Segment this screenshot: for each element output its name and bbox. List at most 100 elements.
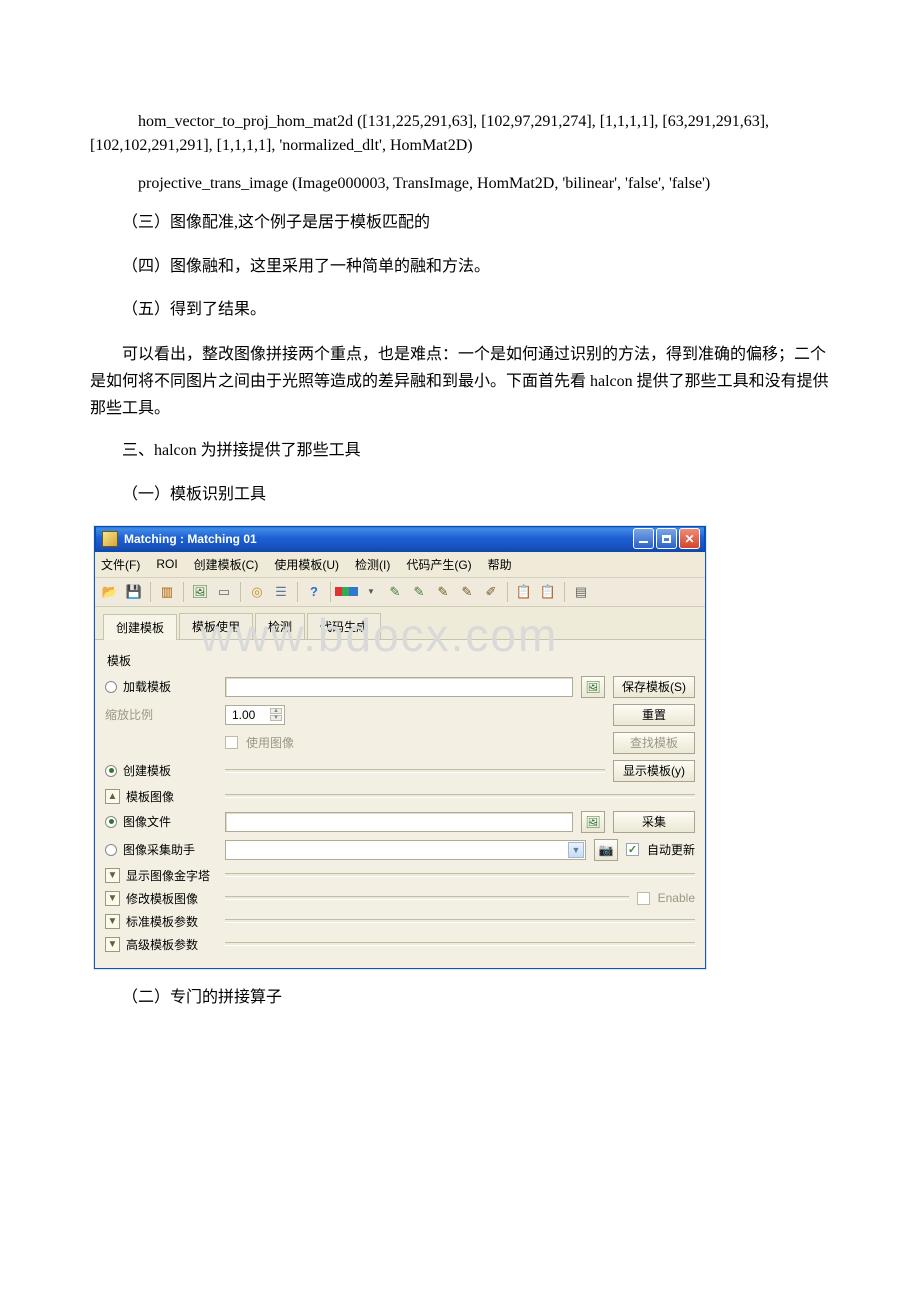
- app-icon: [102, 531, 118, 547]
- doc-icon[interactable]: ▤: [570, 581, 592, 603]
- tab-use-template[interactable]: 模板使用: [179, 613, 253, 639]
- help-icon[interactable]: ?: [303, 581, 325, 603]
- list-icon[interactable]: ☰: [270, 581, 292, 603]
- heading-3: 三、halcon 为拼接提供了那些工具: [90, 438, 830, 464]
- divider: [225, 919, 695, 923]
- expander-modify-template-image[interactable]: ▼ 修改模板图像: [105, 890, 217, 907]
- use-image-checkbox[interactable]: [225, 736, 238, 749]
- dropdown-arrow-icon[interactable]: ▼: [360, 581, 382, 603]
- menu-use-template[interactable]: 使用模板(U): [274, 556, 339, 573]
- display-template-button[interactable]: 显示模板(y): [613, 760, 695, 782]
- expander-adv-params[interactable]: ▼ 高级模板参数: [105, 936, 217, 953]
- pencil-icon[interactable]: ✎: [408, 581, 430, 603]
- target-icon[interactable]: ◎: [246, 581, 268, 603]
- folder-image-icon: 🖼: [585, 815, 600, 829]
- color-stack-icon: [337, 587, 358, 596]
- minimize-button[interactable]: [633, 528, 654, 549]
- menu-create-template[interactable]: 创建模板(C): [194, 556, 259, 573]
- maximize-button[interactable]: [656, 528, 677, 549]
- find-template-button[interactable]: 查找模板: [613, 732, 695, 754]
- tab-codegen[interactable]: 代码生成: [307, 613, 381, 639]
- pencil-dark-icon[interactable]: ✎: [456, 581, 478, 603]
- close-icon: ✕: [684, 532, 694, 546]
- pencil-icon[interactable]: ✎: [384, 581, 406, 603]
- toolbar: 📂 💾 ▥ 🖼 ▭ ◎ ☰ ?: [95, 578, 705, 607]
- open-icon[interactable]: 📂: [99, 581, 121, 603]
- opt-create-template[interactable]: 创建模板: [105, 762, 217, 779]
- radio-icon: [105, 844, 117, 856]
- divider: [225, 769, 605, 773]
- menu-help[interactable]: 帮助: [488, 556, 512, 573]
- clipboard-icon[interactable]: 📋: [513, 581, 535, 603]
- label-auto-update: 自动更新: [647, 841, 695, 858]
- chevron-down-icon: ▼: [568, 842, 584, 858]
- label-show-pyramid: 显示图像金字塔: [126, 867, 210, 884]
- code-line-1: hom_vector_to_proj_hom_mat2d ([131,225,2…: [90, 110, 830, 158]
- image-file-field[interactable]: [225, 812, 573, 832]
- acq-icon-button[interactable]: 📷: [594, 839, 618, 861]
- save-template-button[interactable]: 保存模板(S): [613, 676, 695, 698]
- reset-button[interactable]: 重置: [613, 704, 695, 726]
- image-icon[interactable]: 🖼: [189, 581, 211, 603]
- label-template-image: 模板图像: [126, 788, 174, 805]
- opt-load-template[interactable]: 加载模板: [105, 678, 217, 695]
- camera-icon: 📷: [599, 843, 614, 857]
- toolbar-separator: [507, 582, 508, 602]
- opt-image-file[interactable]: 图像文件: [105, 813, 217, 830]
- expander-show-pyramid[interactable]: ▼ 显示图像金字塔: [105, 867, 217, 884]
- window-title: Matching : Matching 01: [124, 532, 631, 546]
- para-summary: 可以看出，整改图像拼接两个重点，也是难点：一个是如何通过识别的方法，得到准确的偏…: [90, 341, 830, 423]
- radio-selected-icon: [105, 816, 117, 828]
- rect-icon[interactable]: ▭: [213, 581, 235, 603]
- group-template: 模板: [105, 646, 695, 673]
- toolbar-separator: [564, 582, 565, 602]
- folder-image-icon: 🖼: [585, 680, 600, 694]
- tool-icon[interactable]: ▥: [156, 581, 178, 603]
- para-4: （四）图像融和，这里采用了一种简单的融和方法。: [90, 254, 830, 280]
- expander-std-params[interactable]: ▼ 标准模板参数: [105, 913, 217, 930]
- menu-roi[interactable]: ROI: [156, 557, 177, 571]
- spin-controls[interactable]: ▲▼: [270, 708, 282, 721]
- radio-icon: [105, 681, 117, 693]
- tab-create-template[interactable]: 创建模板: [103, 614, 177, 640]
- browse-image-button[interactable]: 🖼: [581, 811, 605, 833]
- menu-file[interactable]: 文件(F): [101, 556, 140, 573]
- label-std-params: 标准模板参数: [126, 913, 198, 930]
- divider: [225, 873, 695, 877]
- menu-codegen[interactable]: 代码产生(G): [406, 556, 471, 573]
- load-template-field[interactable]: [225, 677, 573, 697]
- eraser-icon[interactable]: ✐: [480, 581, 502, 603]
- toolbar-separator: [150, 582, 151, 602]
- close-button[interactable]: ✕: [679, 528, 700, 549]
- form-area: 模板 加载模板 🖼 保存模板(S) 缩放比例 1.00 ▲▼: [95, 640, 705, 968]
- toolbar-separator: [183, 582, 184, 602]
- opt-acq-assist[interactable]: 图像采集助手: [105, 841, 217, 858]
- label-load-template: 加载模板: [123, 678, 171, 695]
- acq-assist-dropdown[interactable]: ▼: [225, 840, 586, 860]
- save-icon[interactable]: 💾: [123, 581, 145, 603]
- section-3-2: （二）专门的拼接算子: [90, 985, 830, 1011]
- minimize-icon: [639, 541, 648, 543]
- tab-inspect[interactable]: 检测: [255, 613, 305, 639]
- auto-update-checkbox[interactable]: ✓: [626, 843, 639, 856]
- browse-button[interactable]: 🖼: [581, 676, 605, 698]
- chevron-down-icon: ▼: [105, 937, 120, 952]
- label-use-image: 使用图像: [246, 734, 294, 751]
- toolbar-separator: [330, 582, 331, 602]
- title-bar[interactable]: Matching : Matching 01 ✕: [95, 526, 705, 552]
- acquire-button[interactable]: 采集: [613, 811, 695, 833]
- chevron-up-icon: ▲: [105, 789, 120, 804]
- matching-dialog: Matching : Matching 01 ✕ 文件(F) ROI 创建模板(…: [94, 526, 706, 969]
- enable-checkbox[interactable]: [637, 892, 650, 905]
- scale-spin[interactable]: 1.00 ▲▼: [225, 705, 285, 725]
- label-enable: Enable: [658, 891, 695, 905]
- menu-inspect[interactable]: 检测(I): [355, 556, 390, 573]
- pencil-dark-icon[interactable]: ✎: [432, 581, 454, 603]
- clipboard-icon[interactable]: 📋: [537, 581, 559, 603]
- divider: [225, 896, 629, 900]
- expander-template-image[interactable]: ▲ 模板图像: [105, 788, 217, 805]
- label-scale: 缩放比例: [105, 706, 217, 723]
- code-line-2: projective_trans_image (Image000003, Tra…: [90, 172, 830, 196]
- shape-color-icon[interactable]: [336, 581, 358, 603]
- divider: [225, 942, 695, 946]
